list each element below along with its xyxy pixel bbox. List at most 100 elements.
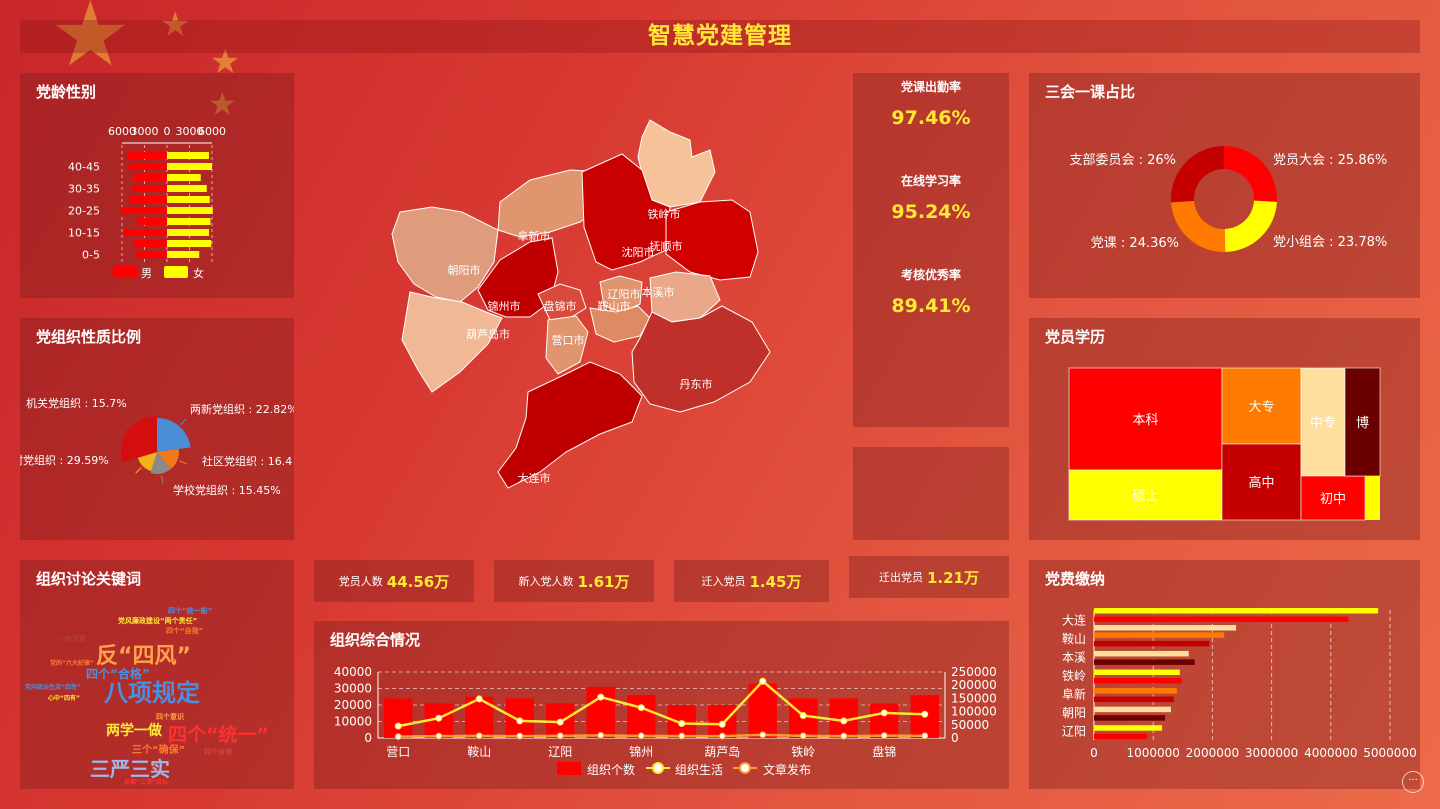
fee-bar [1094, 696, 1174, 703]
bar-female [167, 163, 212, 170]
panel-meetings: 三会一课占比 党员大会 : 25.86% 党小组会 : 23.78% 党课 : 24… [1029, 73, 1420, 298]
legend-label: 组织个数 [587, 762, 635, 777]
x-tick-label: 锦州 [629, 745, 653, 759]
bar-male [132, 185, 167, 192]
fee-bar [1094, 640, 1210, 647]
pie-label: 两新党组织 : 22.82% [190, 402, 294, 416]
y-tick-left: 40000 [334, 665, 372, 679]
city-label: 鞍山市 [598, 299, 631, 313]
city-label: 营口市 [552, 333, 585, 347]
fee-bar [1094, 678, 1182, 684]
keyword-word: 党内政治生活“四性” [25, 684, 81, 691]
keyword-word: 四个意识 [156, 713, 184, 721]
line-point [435, 732, 443, 740]
x-tick-label: 1000000 [1126, 746, 1179, 760]
org-nature-pie-chart: 两新党组织 : 22.82% 社区党组织 : 16.4 学校党组织 : 15.45%… [20, 396, 294, 497]
kpi-value-online-study: 95.24% [891, 201, 971, 223]
map-region [497, 361, 643, 489]
treemap-label: 本科 [1132, 413, 1158, 428]
category-label: 阜新 [1062, 687, 1086, 702]
line-point [759, 677, 767, 685]
map-region [631, 305, 771, 413]
kpi-value-excellent: 89.41% [891, 295, 971, 317]
treemap-label: 中专 [1310, 416, 1336, 431]
line-point [597, 731, 605, 739]
panel-education: 党员学历 本科 硕士 大专 高中 中专 初中博 [1029, 318, 1420, 540]
city-label: 阜新市 [518, 229, 551, 243]
y-tick-right: 150000 [951, 691, 997, 705]
category-label: 本溪 [1062, 650, 1086, 664]
line-point [435, 714, 443, 722]
line-point [759, 731, 767, 739]
keyword-word: 四个“统一般” [168, 607, 213, 615]
bar-male [137, 218, 167, 225]
city-label: 丹东市 [680, 377, 713, 391]
donut-label: 支部委员会 : 26% [1069, 153, 1176, 168]
stat-transfer-out: 迁出党员 1.21万 [849, 556, 1009, 598]
keyword-cloud: 反“四风” 八项规定 四个“统一” 两学一做 三严三实 四个“合格” 三个“确保” 四个“统一… [20, 560, 294, 789]
line-point [718, 732, 726, 740]
panel-empty [853, 447, 1009, 540]
x-tick-label: 辽阳 [548, 745, 572, 759]
fee-bar [1094, 625, 1237, 631]
y-tick-left: 0 [364, 731, 372, 745]
more-options-button[interactable]: ··· [1402, 771, 1424, 793]
panel-fees: 党费缴纳 0 1000000 2000000 3000000 4000000 500000… [1029, 560, 1420, 789]
city-label: 辽阳市 [608, 287, 641, 301]
line-point [556, 732, 564, 740]
bar-male [134, 174, 167, 181]
line-point [516, 717, 524, 725]
line-point [840, 717, 848, 725]
line-point [678, 719, 686, 727]
x-tick-label: 鞍山 [467, 744, 491, 759]
fee-bar [1094, 715, 1166, 721]
legend-label-female: 女 [193, 266, 204, 280]
bar-female [167, 196, 210, 203]
category-label: 40-45 [68, 161, 100, 174]
stat-label: 迁出党员 [878, 571, 923, 584]
legend-swatch [557, 762, 581, 775]
x-tick-label: 葫芦岛 [704, 744, 740, 759]
line-point [556, 718, 564, 726]
keyword-word: 党风廉政建设“两个责任” [118, 617, 198, 625]
stat-label: 新入党人数 [518, 575, 574, 588]
y-tick-right: 0 [951, 731, 959, 745]
education-treemap: 本科硕士 大专高中 中专初中 博 [1068, 367, 1381, 521]
line-point [880, 732, 888, 740]
line-point [475, 732, 483, 740]
y-tick-left: 30000 [334, 682, 372, 696]
keyword-word: 心中“四有” [48, 695, 80, 702]
bar-male [135, 251, 167, 258]
treemap-label: 高中 [1248, 475, 1274, 491]
pie-label: 村党组织 : 29.59% [20, 453, 109, 467]
pie-label: 社区党组织 : 16.4 [202, 454, 292, 468]
category-label: 辽阳 [1062, 725, 1086, 739]
age-gender-chart: 60003000 0 300060000-510-1520-2530-3540-45… [68, 125, 226, 280]
category-label: 10-15 [68, 227, 100, 240]
pie-leader-line [135, 467, 142, 474]
donut-label: 党员大会 : 25.86% [1273, 153, 1387, 168]
y-tick-left: 10000 [334, 715, 372, 729]
category-label: 0-5 [82, 249, 100, 262]
legend-swatch-male [113, 266, 137, 278]
meetings-donut-chart: 党员大会 : 25.86% 党小组会 : 23.78% 党课 : 24.36% 支部委… [1069, 146, 1387, 252]
header-bar: 智慧党建管理 [20, 20, 1420, 53]
stat-transfer-in: 迁入党员 1.45万 [674, 560, 829, 602]
keyword-word: 四个自信 [204, 748, 232, 756]
stat-value: 1.45万 [749, 572, 802, 591]
fee-bar [1094, 616, 1349, 623]
donut-slice [1224, 200, 1277, 252]
donut-slice [1171, 200, 1226, 252]
y-tick-right: 200000 [951, 678, 997, 692]
x-tick-label: 铁岭 [791, 745, 815, 759]
keyword-word: 四个“合格” [86, 667, 150, 681]
legend-marker [652, 762, 664, 774]
panel-combined: 组织综合情况 0 10000 20000 30000 40000 0 50000 100000… [314, 621, 1009, 789]
fee-bar [1094, 659, 1195, 665]
city-label: 本溪市 [642, 285, 675, 299]
fees-bar-chart: 0 1000000 2000000 3000000 4000000 5000000 辽阳 朝阳… [1062, 608, 1417, 760]
tick-label: 3000 [131, 125, 159, 138]
panel-keywords: 组织讨论关键词 反“四风” 八项规定 四个“统一” 两学一做 三严三实 四个“合格” 三个“… [20, 560, 294, 789]
city-label: 抚顺市 [650, 239, 683, 253]
panel-age-gender: 党龄性别 6000 3000 0 3000 6000 0-5 10-15 20-25 30-35… [20, 73, 294, 298]
